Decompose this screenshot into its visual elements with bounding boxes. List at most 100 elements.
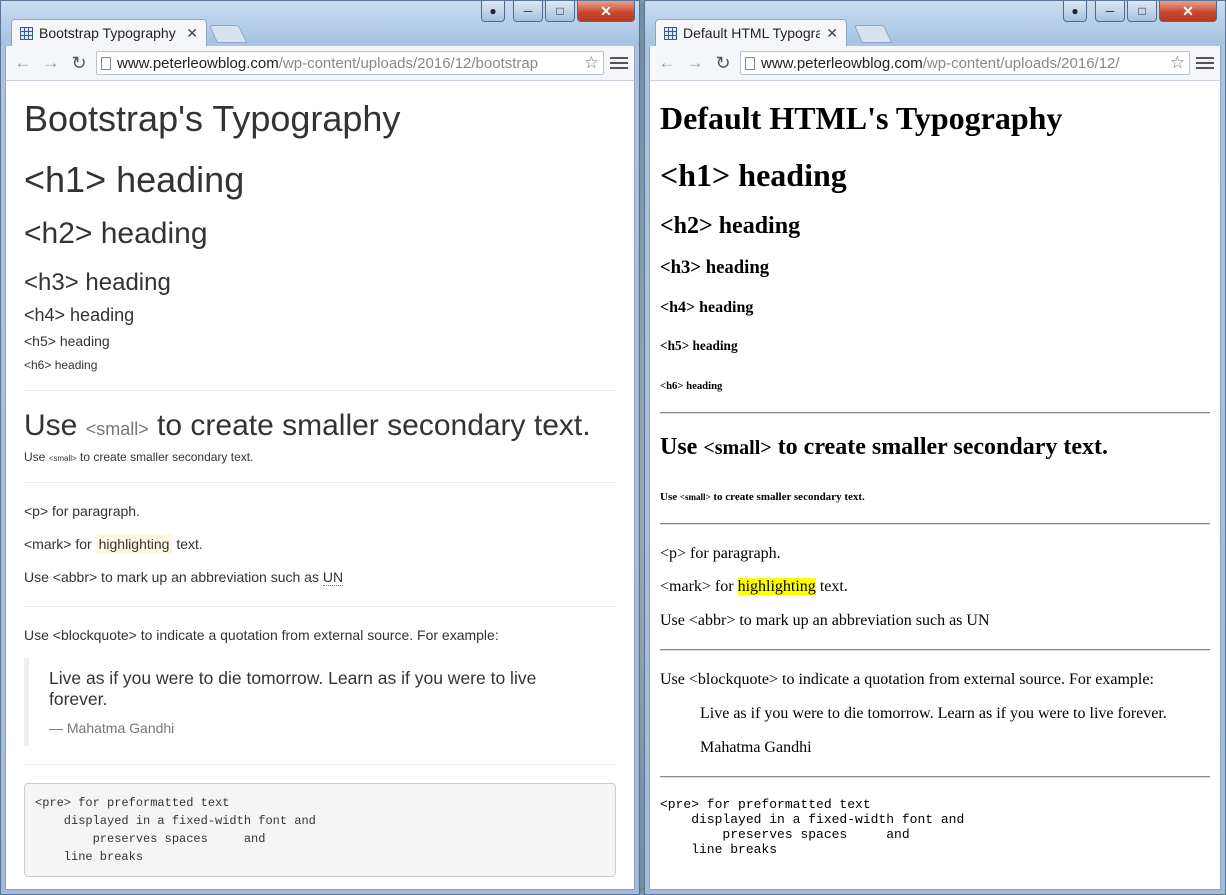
- hamburger-menu-icon[interactable]: [610, 57, 628, 69]
- window-controls: ● ─ □ ✕: [1063, 1, 1217, 22]
- maximize-icon: □: [556, 4, 564, 18]
- bootstrap-page: Bootstrap's Typography <h1> heading <h2>…: [6, 99, 634, 877]
- page-viewport: Default HTML's Typography <h1> heading <…: [649, 80, 1221, 890]
- close-icon: ✕: [1182, 2, 1194, 19]
- small-demo-large: Use <small> to create smaller secondary …: [24, 408, 591, 442]
- small-demo-large: Use <small> to create smaller secondary …: [660, 434, 1109, 461]
- minimize-icon: ─: [523, 4, 533, 18]
- page-viewport: Bootstrap's Typography <h1> heading <h2>…: [5, 80, 635, 890]
- maximize-icon: □: [1138, 4, 1146, 18]
- window-controls: ● ─ □ ✕: [481, 1, 635, 22]
- abbr-demo: Use <abbr> to mark up an abbreviation su…: [24, 568, 344, 586]
- maximize-button[interactable]: □: [1127, 1, 1157, 22]
- divider: [660, 776, 1210, 779]
- url-text: www.peterleowblog.com/wp-content/uploads…: [761, 55, 1164, 72]
- heading-h4: <h4> heading: [24, 304, 135, 325]
- address-bar[interactable]: www.peterleowblog.com/wp-content/uploads…: [96, 51, 604, 75]
- tab-title: Bootstrap Typography: [39, 25, 176, 41]
- heading-h6: <h6> heading: [660, 379, 723, 392]
- tab-bootstrap-typography[interactable]: Bootstrap Typography ✕: [11, 19, 207, 46]
- user-profile-button[interactable]: ●: [481, 1, 505, 22]
- heading-h1: <h1> heading: [24, 158, 245, 200]
- highlighted-text: highlighting: [737, 578, 816, 596]
- heading-h3: <h3> heading: [660, 256, 770, 278]
- close-window-button[interactable]: ✕: [1159, 1, 1217, 22]
- maximize-button[interactable]: □: [545, 1, 575, 22]
- arrow-left-icon[interactable]: ←: [12, 53, 34, 73]
- divider: [24, 481, 616, 483]
- heading-h5: <h5> heading: [24, 333, 110, 350]
- user-icon: ●: [1071, 4, 1079, 18]
- new-tab-button[interactable]: [208, 25, 248, 43]
- close-window-button[interactable]: ✕: [577, 1, 635, 22]
- preformatted-block: <pre> for preformatted text displayed in…: [660, 797, 965, 858]
- page-title: Bootstrap's Typography: [24, 98, 401, 139]
- url-host: www.peterleowblog.com: [117, 54, 279, 72]
- heading-h5: <h5> heading: [660, 337, 738, 353]
- hamburger-menu-icon[interactable]: [1196, 57, 1214, 69]
- blockquote-intro: Use <blockquote> to indicate a quotation…: [660, 671, 1154, 689]
- heading-h1: <h1> heading: [660, 157, 847, 194]
- star-icon[interactable]: ☆: [584, 53, 599, 73]
- divider: [660, 522, 1210, 525]
- page-title: Default HTML's Typography: [660, 100, 1063, 136]
- blockquote-intro: Use <blockquote> to indicate a quotation…: [24, 626, 499, 643]
- paragraph-demo: <p> for paragraph.: [24, 502, 140, 519]
- highlighted-text: highlighting: [95, 533, 173, 554]
- quote-text: Live as if you were to die tomorrow. Lea…: [700, 705, 1167, 723]
- divider: [24, 605, 616, 607]
- new-tab-button[interactable]: [853, 25, 893, 43]
- minimize-button[interactable]: ─: [513, 1, 543, 22]
- mark-demo: <mark> for highlighting text.: [24, 533, 203, 554]
- close-icon: ✕: [600, 2, 612, 19]
- url-text: www.peterleowblog.com/wp-content/uploads…: [117, 55, 578, 72]
- browser-window-default-html: ● ─ □ ✕ Default HTML Typography ✕ ← → ↻ …: [644, 0, 1226, 895]
- abbr-demo: Use <abbr> to mark up an abbreviation su…: [660, 611, 990, 629]
- quote-cite: Mahatma Gandhi: [700, 738, 812, 756]
- divider: [660, 649, 1210, 652]
- abbreviation[interactable]: UN: [322, 568, 344, 586]
- favicon-icon: [20, 26, 33, 40]
- small-demo-small: Use <small> to create smaller secondary …: [24, 449, 254, 464]
- arrow-right-icon[interactable]: →: [40, 53, 62, 73]
- minimize-icon: ─: [1105, 4, 1115, 18]
- star-icon[interactable]: ☆: [1170, 53, 1185, 73]
- browser-toolbar: ← → ↻ www.peterleowblog.com/wp-content/u…: [5, 46, 635, 80]
- quote-text: Live as if you were to die tomorrow. Lea…: [49, 667, 537, 709]
- url-path: /wp-content/uploads/2016/12/: [922, 54, 1120, 72]
- heading-h2: <h2> heading: [660, 213, 801, 240]
- divider: [24, 389, 616, 391]
- minimize-button[interactable]: ─: [1095, 1, 1125, 22]
- reload-icon[interactable]: ↻: [68, 53, 90, 74]
- abbreviation[interactable]: UN: [966, 612, 989, 629]
- tab-title: Default HTML Typography: [683, 25, 821, 41]
- arrow-left-icon[interactable]: ←: [656, 53, 678, 73]
- user-profile-button[interactable]: ●: [1063, 1, 1087, 22]
- small-demo-small: Use <small> to create smaller secondary …: [660, 490, 865, 503]
- preformatted-block: <pre> for preformatted text displayed in…: [24, 782, 616, 877]
- blockquote: Live as if you were to die tomorrow. Lea…: [24, 657, 616, 746]
- close-icon[interactable]: ✕: [186, 25, 198, 42]
- user-icon: ●: [489, 4, 497, 18]
- address-bar[interactable]: www.peterleowblog.com/wp-content/uploads…: [740, 51, 1190, 75]
- default-html-page: Default HTML's Typography <h1> heading <…: [650, 100, 1220, 858]
- heading-h4: <h4> heading: [660, 299, 754, 317]
- paragraph-demo: <p> for paragraph.: [660, 544, 781, 562]
- heading-h2: <h2> heading: [24, 217, 208, 251]
- browser-window-bootstrap: ● ─ □ ✕ Bootstrap Typography ✕ ← → ↻ www…: [0, 0, 640, 895]
- page-icon: [745, 56, 755, 70]
- reload-icon[interactable]: ↻: [712, 53, 734, 74]
- heading-h6: <h6> heading: [24, 357, 98, 372]
- page-icon: [101, 56, 111, 70]
- close-icon[interactable]: ✕: [826, 25, 838, 42]
- quote-cite: — Mahatma Gandhi: [49, 719, 175, 736]
- divider: [660, 412, 1210, 415]
- divider: [24, 763, 616, 765]
- url-path: /wp-content/uploads/2016/12/bootstrap: [278, 54, 539, 72]
- tab-default-html-typography[interactable]: Default HTML Typography ✕: [655, 19, 847, 46]
- browser-toolbar: ← → ↻ www.peterleowblog.com/wp-content/u…: [649, 46, 1221, 80]
- arrow-right-icon[interactable]: →: [684, 53, 706, 73]
- heading-h3: <h3> heading: [24, 269, 171, 297]
- blockquote: Live as if you were to die tomorrow. Lea…: [700, 705, 1170, 756]
- url-host: www.peterleowblog.com: [761, 54, 923, 72]
